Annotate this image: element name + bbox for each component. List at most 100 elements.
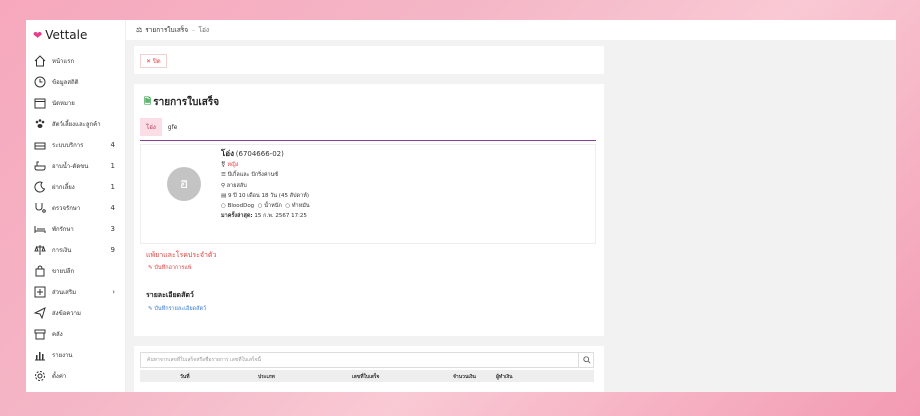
sidebar-item-6[interactable]: อาบน้ำ-ตัดขน 1 bbox=[26, 155, 125, 176]
app-window: ❤ Vettale หน้าแรกข้อมูลสถิตินัดหมายสัตว์… bbox=[26, 20, 896, 392]
sidebar-item-14[interactable]: คลัง bbox=[26, 323, 125, 344]
col-receipt-no[interactable]: เลขที่ใบเสร็จ bbox=[352, 373, 379, 381]
owner-link[interactable]: หญิง bbox=[227, 162, 238, 168]
sidebar-item-label: ระบบบริการ bbox=[52, 141, 84, 149]
pet-color: ลายสลับ bbox=[226, 182, 247, 189]
bed-icon bbox=[34, 223, 46, 235]
search-button[interactable] bbox=[578, 352, 594, 368]
sidebar-item-4[interactable]: สัตว์เลี้ยงและลูกค้า bbox=[26, 113, 125, 134]
pet-blood: BloodDog bbox=[227, 203, 255, 210]
sidebar-item-3[interactable]: นัดหมาย bbox=[26, 92, 125, 113]
breadcrumb-receipts[interactable]: รายการใบเสร็จ bbox=[145, 25, 188, 35]
pet-breed: บีเกิ้ลและ บีกริ่งค่านซ์ bbox=[227, 172, 279, 179]
search-icon bbox=[582, 356, 591, 364]
sidebar-item-badge: 3 bbox=[110, 224, 115, 233]
sidebar-item-13[interactable]: ส่งข้อความ bbox=[26, 302, 125, 323]
sidebar-item-10[interactable]: การเงิน 9 bbox=[26, 239, 125, 260]
sidebar-item-badge: › bbox=[112, 287, 115, 296]
avatar: ฮ bbox=[167, 167, 201, 201]
table-card: ค้นหาจากเลขที่ใบเสร็จหรือชื่อรายการ เลขท… bbox=[134, 346, 604, 392]
sidebar-item-8[interactable]: ตรวจรักษา 4 bbox=[26, 197, 125, 218]
cake-icon: ▤ bbox=[221, 192, 227, 199]
breed-icon: ☰ bbox=[221, 172, 226, 179]
gear-icon bbox=[34, 370, 46, 382]
blood-icon: ○ bbox=[221, 203, 226, 210]
sidebar-item-11[interactable]: ขายปลีก bbox=[26, 260, 125, 281]
sidebar-item-label: ส่วนเสริม bbox=[52, 288, 77, 296]
sidebar-item-5[interactable]: ระบบบริการ 4 bbox=[26, 134, 125, 155]
tab-pet-2[interactable]: gfe bbox=[162, 118, 184, 136]
sidebar-item-12[interactable]: ส่วนเสริม › bbox=[26, 281, 125, 302]
close-button[interactable]: ✕ ปิด bbox=[140, 54, 167, 68]
sidebar-item-badge: 1 bbox=[110, 161, 115, 170]
brand-logo[interactable]: ❤ Vettale bbox=[26, 20, 125, 50]
stethoscope-icon bbox=[34, 202, 46, 214]
pencil-icon: ✎ bbox=[148, 265, 153, 271]
table-header: วันที่ ประเภท เลขที่ใบเสร็จ จำนวนเงิน ผู… bbox=[140, 370, 594, 382]
sidebar-item-label: รายงาน bbox=[52, 351, 73, 359]
sidebar-item-1[interactable]: หน้าแรก bbox=[26, 50, 125, 71]
pet-tabs: โอ่ง gfe bbox=[140, 118, 183, 136]
tab-pet-1[interactable]: โอ่ง bbox=[140, 118, 162, 136]
home-icon bbox=[34, 54, 46, 67]
gender-icon: ⚧ bbox=[221, 162, 226, 169]
last-visit-label: มาครั้งล่าสุด: bbox=[221, 213, 253, 220]
heart-icon: ❤ bbox=[33, 28, 43, 42]
sidebar-item-label: ข้อมูลสถิติ bbox=[52, 78, 79, 86]
archive-icon bbox=[34, 328, 46, 340]
col-date[interactable]: วันที่ bbox=[180, 373, 190, 381]
page-title: 🗎 รายการใบเสร็จ bbox=[144, 94, 219, 110]
pet-age: 9 ปี 10 เดือน 18 วัน (45 สัปดาห์) bbox=[227, 192, 309, 199]
sidebar-item-label: การเงิน bbox=[52, 246, 72, 254]
document-icon: 🗎 bbox=[144, 97, 152, 107]
brand-name: Vettale bbox=[45, 28, 88, 42]
allergy-link-label: บันทึกอาการแพ้ bbox=[154, 265, 192, 271]
detail-link[interactable]: ✎ บันทึกรายละเอียดสัตว์ bbox=[148, 305, 206, 313]
search-input[interactable]: ค้นหาจากเลขที่ใบเสร็จหรือชื่อรายการ เลขท… bbox=[140, 352, 594, 368]
sidebar-item-label: นัดหมาย bbox=[52, 99, 75, 107]
sidebar-item-9[interactable]: พักรักษา 3 bbox=[26, 218, 125, 239]
paw-icon bbox=[34, 118, 46, 130]
allergy-heading: แพ้ยาและโรคประจำตัว bbox=[146, 251, 217, 259]
scale-icon bbox=[34, 244, 46, 256]
col-amount[interactable]: จำนวนเงิน bbox=[453, 373, 476, 381]
sidebar-item-label: ตรวจรักษา bbox=[52, 204, 81, 212]
pet-code: (6704666-02) bbox=[235, 150, 284, 158]
sidebar-item-label: อาบน้ำ-ตัดขน bbox=[52, 162, 89, 170]
sidebar-item-label: พักรักษา bbox=[52, 225, 74, 233]
detail-heading: รายละเอียดสัตว์ bbox=[146, 291, 194, 299]
sterile-icon: ○ bbox=[285, 203, 291, 210]
chart-icon bbox=[34, 349, 46, 361]
sidebar-item-15[interactable]: รายงาน bbox=[26, 344, 125, 365]
sidebar-item-label: ขายปลีก bbox=[52, 267, 75, 275]
col-type[interactable]: ประเภท bbox=[258, 373, 275, 381]
allergy-link[interactable]: ✎ บันทึกอาการแพ้ bbox=[148, 264, 192, 272]
pet-name: โอ่ง bbox=[221, 149, 235, 158]
sidebar-item-16[interactable]: ตั้งค่า bbox=[26, 365, 125, 386]
tab-divider bbox=[140, 140, 596, 141]
location-icon: ⚲ bbox=[221, 182, 226, 189]
sidebar-item-label: หน้าแรก bbox=[52, 57, 75, 65]
breadcrumb: ⚖ รายการใบเสร็จ - โอ่ง bbox=[126, 20, 896, 40]
bag-icon bbox=[34, 264, 46, 277]
pet-info: โอ่ง (6704666-02) ⚧ หญิง ☰ บีเกิ้ลและ บี… bbox=[221, 149, 310, 221]
sidebar-item-badge: 1 bbox=[110, 182, 115, 191]
sidebar-item-label: สัตว์เลี้ยงและลูกค้า bbox=[52, 120, 101, 128]
sidebar-item-label: คลัง bbox=[52, 330, 63, 338]
invoice-icon: ⚖ bbox=[136, 26, 143, 34]
sidebar-item-7[interactable]: ฝากเลี้ยง 1 bbox=[26, 176, 125, 197]
sidebar-item-badge: 9 bbox=[110, 245, 115, 254]
sidebar: ❤ Vettale หน้าแรกข้อมูลสถิตินัดหมายสัตว์… bbox=[26, 20, 126, 392]
send-icon bbox=[34, 306, 46, 319]
bath-icon bbox=[34, 160, 46, 172]
pet-profile: ฮ โอ่ง (6704666-02) ⚧ หญิง ☰ บีเกิ้ลและ … bbox=[140, 144, 596, 244]
close-card: ✕ ปิด bbox=[134, 46, 604, 74]
pet-sterile: ทำหมัน bbox=[291, 203, 310, 210]
sidebar-item-2[interactable]: ข้อมูลสถิติ bbox=[26, 71, 125, 92]
service-icon bbox=[34, 139, 46, 151]
last-visit: 15 ก.พ. 2567 17:25 bbox=[254, 213, 307, 220]
sidebar-item-badge: 4 bbox=[110, 140, 115, 149]
col-cashier[interactable]: ผู้ทำเงิน bbox=[496, 373, 513, 381]
page-title-text: รายการใบเสร็จ bbox=[153, 96, 220, 108]
sidebar-item-label: ฝากเลี้ยง bbox=[52, 183, 75, 191]
